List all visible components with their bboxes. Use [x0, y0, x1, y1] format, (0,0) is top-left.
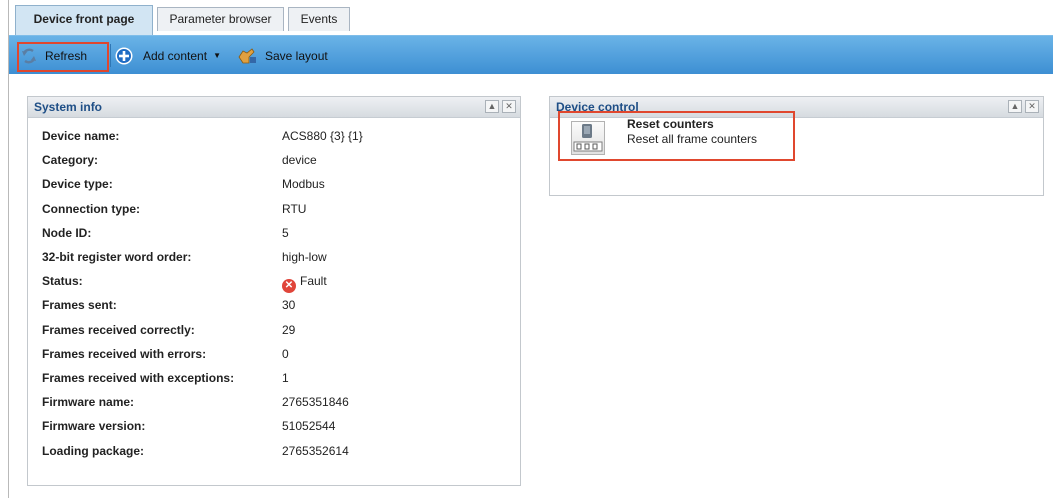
info-value: 0 [282, 346, 289, 361]
info-label: Category: [42, 153, 99, 168]
info-value: high-low [282, 250, 327, 264]
tab-device-front-page[interactable]: Device front page [15, 5, 153, 35]
window-left-border [8, 0, 9, 498]
refresh-label: Refresh [45, 48, 88, 63]
info-value: 29 [282, 322, 296, 337]
device-control-panel: Device control ▲ ✕ Reset counters Reset … [549, 96, 1044, 196]
info-label: Firmware name: [42, 395, 135, 410]
add-content-label: Add content [143, 48, 208, 63]
info-row: Node ID: 5 [42, 222, 512, 244]
refresh-icon [21, 48, 37, 64]
info-row: Firmware version: 51052544 [42, 415, 512, 437]
info-value: 2765352614 [282, 443, 349, 458]
close-icon[interactable]: ✕ [1025, 100, 1039, 113]
info-label: Loading package: [42, 443, 145, 458]
tab-bar: Device front page Parameter browser Even… [9, 0, 1053, 35]
system-info-panel: System info ▲ ✕ Device name: ACS880 {3} {… [27, 96, 521, 486]
info-label: Connection type: [42, 201, 140, 216]
device-reset-icon [571, 121, 605, 155]
info-row: Category: device [42, 149, 512, 171]
info-row: Loading package: 2765352614 [42, 440, 512, 462]
info-row: Device type: Modbus [42, 173, 512, 195]
info-row: Frames received with errors: 0 [42, 343, 512, 365]
info-label: Frames received with errors: [42, 346, 207, 361]
save-layout-label: Save layout [265, 48, 328, 63]
chevron-down-icon: ▼ [213, 51, 221, 60]
plus-circle-icon [115, 47, 133, 65]
info-row: Firmware name: 2765351846 [42, 391, 512, 413]
info-label: Status: [42, 274, 83, 289]
info-label: 32-bit register word order: [42, 250, 192, 264]
tab-events[interactable]: Events [288, 7, 350, 31]
info-row: Frames received correctly: 29 [42, 319, 512, 341]
info-label: Node ID: [42, 225, 92, 240]
panel-title: System info [34, 100, 103, 114]
info-value: ACS880 {3} {1} [282, 129, 363, 143]
info-value: 5 [282, 225, 289, 240]
info-row: Connection type: RTU [42, 198, 512, 220]
save-layout-button[interactable]: Save layout [237, 36, 328, 75]
info-row: Frames received with exceptions: 1 [42, 367, 512, 389]
reset-counters-button[interactable]: Reset counters Reset all frame counters [558, 111, 795, 161]
toolbar-separator [110, 44, 111, 67]
info-value: 1 [282, 371, 289, 385]
toolbar: Refresh Add content ▼ Save layout [9, 35, 1053, 74]
close-icon[interactable]: ✕ [502, 100, 516, 113]
system-info-header: System info ▲ ✕ [28, 97, 520, 118]
status-value: ✕ Fault [282, 270, 327, 294]
info-row: Device name: ACS880 {3} {1} [42, 125, 512, 147]
reset-counters-description: Reset all frame counters [627, 132, 758, 146]
info-value: device [282, 153, 317, 168]
info-value: 51052544 [282, 419, 336, 434]
info-row: 32-bit register word order: high-low [42, 246, 512, 268]
error-icon: ✕ [282, 279, 296, 294]
info-label: Device name: [42, 129, 120, 143]
add-content-button[interactable]: Add content ▼ [115, 36, 221, 75]
info-row: Frames sent: 30 [42, 294, 512, 316]
collapse-icon[interactable]: ▲ [1008, 100, 1022, 113]
info-label: Firmware version: [42, 419, 146, 434]
info-value: Modbus [282, 177, 325, 192]
hand-save-icon [237, 47, 257, 65]
info-label: Frames sent: [42, 298, 117, 313]
reset-counters-title: Reset counters [627, 117, 714, 131]
info-value: RTU [282, 201, 307, 216]
refresh-button[interactable]: Refresh [21, 36, 87, 75]
info-row: Status: ✕ Fault [42, 270, 512, 294]
info-value: 2765351846 [282, 395, 349, 410]
status-text: Fault [300, 274, 327, 289]
collapse-icon[interactable]: ▲ [485, 100, 499, 113]
info-label: Frames received with exceptions: [42, 371, 235, 385]
info-label: Device type: [42, 177, 113, 192]
tab-parameter-browser[interactable]: Parameter browser [157, 7, 284, 31]
info-value: 30 [282, 298, 296, 313]
info-label: Frames received correctly: [42, 322, 195, 337]
